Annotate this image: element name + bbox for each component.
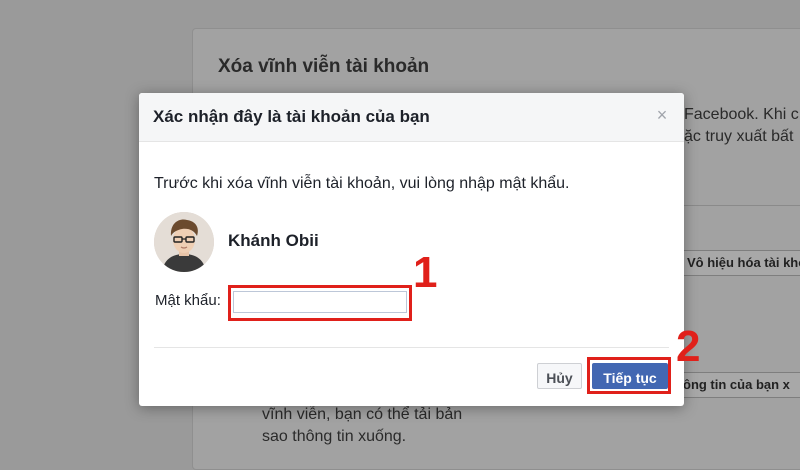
highlight-box-password <box>228 285 412 321</box>
background-body-text: vĩnh viễn, bạn có thể tải bản sao thông … <box>262 406 463 445</box>
dialog-header: Xác nhận đây là tài khoản của bạn × <box>139 93 684 142</box>
dialog-title: Xác nhận đây là tài khoản của bạn <box>153 107 430 126</box>
close-icon[interactable]: × <box>654 106 670 124</box>
avatar-portrait-icon <box>154 212 214 272</box>
step-number-2: 2 <box>676 322 701 371</box>
step-number-1: 1 <box>413 248 438 297</box>
background-divider <box>684 205 800 206</box>
background-text-line: Facebook. Khi c <box>684 106 799 123</box>
background-text-line: ặc truy xuất bất <box>684 128 794 145</box>
background-deactivate-button[interactable]: Vô hiệu hóa tài khoản <box>680 250 800 276</box>
background-download-button[interactable]: ông tin của bạn x <box>676 372 800 398</box>
user-avatar <box>154 212 214 272</box>
highlight-box-continue <box>587 357 671 394</box>
background-section-title: Xóa vĩnh viễn tài khoản <box>218 56 430 77</box>
dialog-divider <box>154 347 669 348</box>
password-label: Mật khẩu: <box>155 292 221 309</box>
dialog-description: Trước khi xóa vĩnh viễn tài khoản, vui l… <box>154 175 570 192</box>
user-name: Khánh Obii <box>228 231 319 250</box>
cancel-button[interactable]: Hủy <box>537 363 582 389</box>
